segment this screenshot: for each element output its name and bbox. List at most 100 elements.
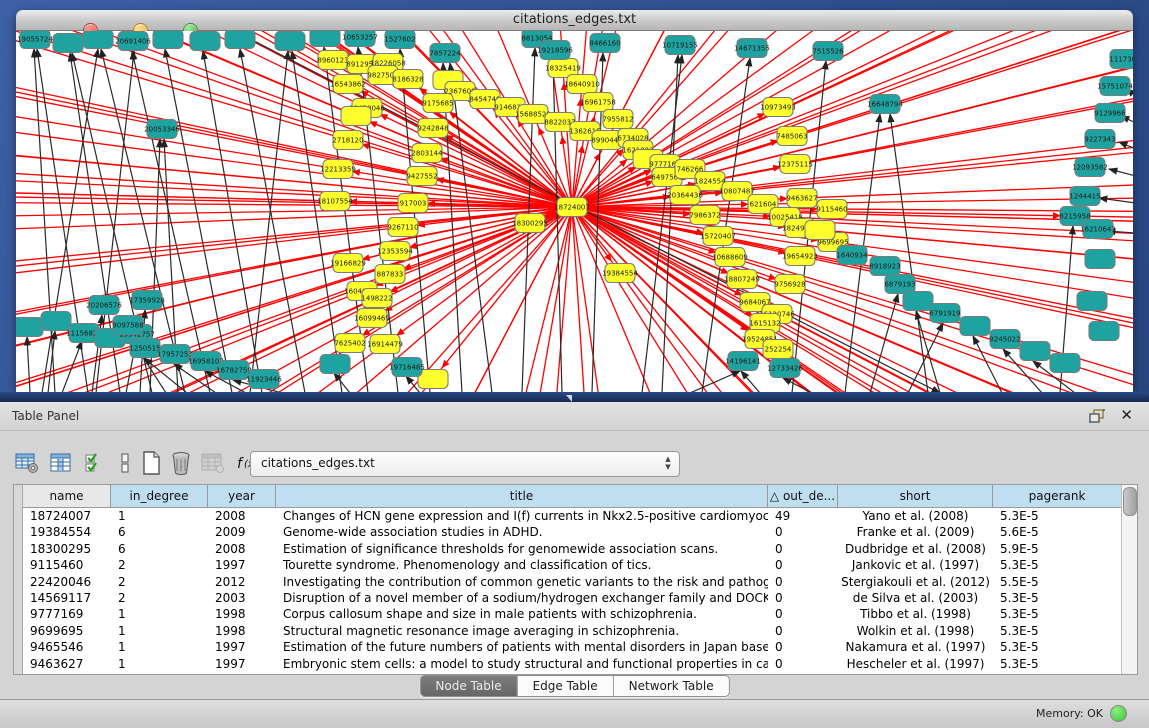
cell-name: 14569117 — [23, 590, 111, 606]
close-panel-icon[interactable]: ✕ — [1120, 406, 1133, 424]
cell-in_degree: 1 — [111, 606, 208, 622]
graph-node[interactable] — [53, 34, 83, 53]
window-title-bar[interactable]: citations_edges.txt — [16, 10, 1133, 31]
table-selector-value: citations_edges.txt — [261, 456, 375, 470]
select-rows-icon[interactable] — [82, 450, 108, 476]
table-tab-bar: Node TableEdge TableNetwork Table — [0, 673, 1149, 699]
tab-network-table[interactable]: Network Table — [614, 676, 729, 696]
cell-year: 2009 — [208, 524, 276, 540]
black-edge[interactable] — [240, 49, 305, 392]
graph-node[interactable] — [153, 31, 183, 49]
float-window-icon[interactable] — [1089, 409, 1105, 423]
table-row[interactable]: 911546021997Tourette syndrome. Phenomeno… — [23, 557, 1122, 573]
cell-name: 18300295 — [23, 541, 111, 557]
graph-node[interactable] — [903, 292, 933, 311]
vertical-scrollbar[interactable] — [1121, 485, 1137, 674]
table-row[interactable]: 977716911998Corpus callosum shape and si… — [23, 606, 1122, 622]
table-row[interactable]: 2242004622012Investigating the contribut… — [23, 574, 1122, 590]
graph-node-label: 10688609 — [712, 254, 748, 262]
graph-node-label: 6791919 — [929, 310, 960, 318]
delete-table-icon[interactable] — [168, 450, 194, 476]
graph-node[interactable] — [1077, 292, 1107, 311]
graph-node-label: 8960123 — [317, 57, 348, 65]
table-row[interactable]: 1830029562008Estimation of significance … — [23, 541, 1122, 557]
graph-node[interactable] — [275, 32, 305, 51]
show-columns-icon[interactable] — [48, 450, 74, 476]
graph-node[interactable] — [16, 318, 43, 337]
graph-node[interactable] — [190, 32, 220, 51]
new-document-icon[interactable] — [138, 450, 164, 476]
graph-node-label: 1498222 — [361, 295, 392, 303]
cell-in_degree: 2 — [111, 590, 208, 606]
table-selector-dropdown[interactable]: citations_edges.txt ▲▼ — [250, 451, 680, 477]
graph-node-label: 16648794 — [867, 101, 903, 109]
graph-node[interactable] — [310, 31, 340, 47]
scrollbar-thumb[interactable] — [1123, 487, 1137, 516]
window-bottom-border — [0, 392, 1149, 402]
table-row[interactable]: 1456911722003Disruption of a novel membe… — [23, 590, 1122, 606]
table-row[interactable]: 969969511998Structural magnetic resonanc… — [23, 623, 1122, 639]
graph-node[interactable] — [225, 31, 255, 49]
graph-node[interactable] — [418, 370, 448, 389]
table-row[interactable]: 1872400712008Changes of HCN gene express… — [23, 508, 1122, 524]
graph-node[interactable] — [1085, 250, 1115, 269]
graph-node[interactable] — [1089, 322, 1119, 341]
panel-resize-grip[interactable] — [566, 395, 572, 402]
graph-node[interactable] — [1050, 354, 1080, 373]
black-edge[interactable] — [450, 63, 492, 392]
graph-node[interactable] — [341, 107, 371, 126]
graph-node-label: 7625402 — [334, 340, 365, 348]
cell-short: Nakamura et al. (1997) — [838, 639, 993, 655]
graph-node-label: 12093582 — [1072, 164, 1108, 172]
column-header-year[interactable]: year — [208, 485, 276, 508]
black-edge[interactable] — [908, 323, 943, 392]
graph-node-label: 1244415 — [1069, 193, 1100, 201]
graph-node-label: 20053346 — [144, 126, 180, 134]
table-row[interactable]: 1938455462009Genome-wide association stu… — [23, 524, 1122, 540]
cell-short: Yano et al. (2008) — [838, 508, 993, 524]
column-header-title[interactable]: title — [276, 485, 768, 508]
black-edge[interactable] — [690, 371, 740, 392]
graph-node-label: 9097588 — [112, 322, 143, 330]
tab-node-table[interactable]: Node Table — [420, 676, 517, 696]
column-header-name[interactable]: name — [23, 485, 111, 508]
black-edge[interactable] — [741, 371, 760, 392]
table-options-icon[interactable] — [14, 450, 40, 476]
cell-short: Hescheler et al. (1997) — [838, 656, 993, 672]
graph-node-label: 7955812 — [602, 116, 633, 124]
network-canvas[interactable]: 8960123891295518226058982750881863282367… — [16, 31, 1133, 392]
black-edge[interactable] — [27, 337, 30, 392]
tab-edge-table[interactable]: Edge Table — [518, 676, 614, 696]
graph-node[interactable] — [960, 317, 990, 336]
citation-network-graph[interactable]: 8960123891295518226058982750881863282367… — [16, 31, 1133, 392]
graph-node-label: 18300295 — [512, 220, 548, 228]
cell-short: Dudbridge et al. (2008) — [838, 541, 993, 557]
graph-node[interactable] — [1020, 342, 1050, 361]
cell-pagerank: 5.3E-5 — [993, 590, 1122, 606]
cell-name: 19384554 — [23, 524, 111, 540]
graph-node[interactable] — [805, 221, 835, 240]
cell-year: 1997 — [208, 656, 276, 672]
cell-title: Tourette syndrome. Phenomenology and cla… — [276, 557, 768, 573]
column-header-short[interactable]: short — [838, 485, 993, 508]
merge-rows-icon[interactable] — [112, 450, 138, 476]
black-edge[interactable] — [1109, 169, 1133, 176]
red-arrowhead-icon — [578, 145, 585, 153]
graph-node[interactable] — [83, 31, 113, 49]
graph-node-label: 9756928 — [774, 281, 805, 289]
cell-title: Investigating the contribution of common… — [276, 574, 768, 590]
cell-title: Corpus callosum shape and size in male p… — [276, 606, 768, 622]
graph-node[interactable] — [320, 355, 350, 374]
graph-node-label: 19055724 — [17, 36, 53, 44]
column-header-out_degree[interactable]: △ out_de... — [768, 485, 838, 508]
memory-status-label: Memory: OK — [1036, 707, 1103, 720]
table-row[interactable]: 946362711997Embryonic stem cells: a mode… — [23, 656, 1122, 672]
black-edge[interactable] — [916, 311, 940, 392]
column-header-pagerank[interactable]: pagerank — [993, 485, 1122, 508]
graph-node[interactable] — [41, 312, 71, 331]
column-header-in_degree[interactable]: in_degree — [111, 485, 208, 508]
network-view-window: citations_edges.txt 89601238912955182260… — [16, 10, 1133, 392]
graph-node-label: 19384554 — [602, 270, 638, 278]
table-row[interactable]: 946554611997Estimation of the future num… — [23, 639, 1122, 655]
graph-node-label: 18724007 — [554, 204, 590, 212]
